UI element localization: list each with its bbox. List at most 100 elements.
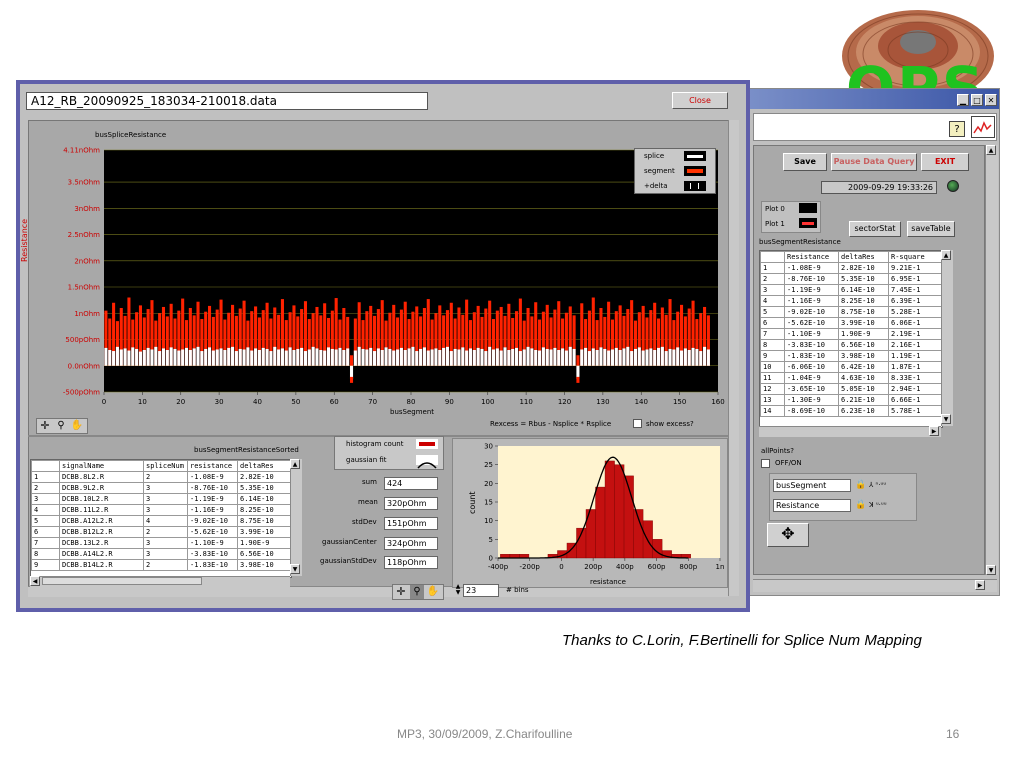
table-cell: 9.21E-1	[888, 262, 942, 274]
splice-bar	[292, 350, 296, 366]
table-row[interactable]: 6 -5.62E-10 3.99E-10 6.06E-1	[760, 317, 942, 329]
table-row[interactable]: 8 -3.83E-10 6.56E-10 2.16E-1	[760, 339, 942, 351]
table-cell: 5.28E-1	[888, 306, 942, 318]
table-row[interactable]: 10 -6.06E-10 6.42E-10 1.87E-1	[760, 361, 942, 373]
splice-bar	[695, 348, 699, 366]
table-scroll-down-arrow[interactable]: ▼	[941, 414, 951, 424]
table-row[interactable]: 6 DCBB.B12L2.R 2 -5.62E-10 3.99E-10	[31, 526, 291, 538]
x-axis-scale-icon[interactable]: ⅄ ⁿ·ᵘᵘ	[869, 479, 909, 492]
table-row[interactable]: 11 -1.04E-9 4.63E-10 8.33E-1	[760, 372, 942, 384]
hist-crosshair-tool-icon[interactable]: ✛	[394, 585, 408, 599]
hist-x-tick-label: 1n	[716, 563, 725, 571]
table-row[interactable]: 3 DCBB.10L2.R 3 -1.19E-9 6.14E-10	[31, 493, 291, 505]
gaussian-fit-swatch[interactable]	[416, 455, 438, 469]
hist-x-tick-label: 400p	[616, 563, 634, 571]
sorted-resistance-table[interactable]: signalName spliceNum resistance deltaRes…	[30, 459, 292, 578]
splice-bar	[223, 350, 227, 366]
table-row[interactable]: 13 -1.30E-9 6.21E-10 6.66E-1	[760, 394, 942, 406]
legend-splice-swatch[interactable]	[684, 151, 706, 161]
table-row[interactable]: 8 DCBB.A14L2.R 3 -3.83E-10 6.56E-10	[31, 548, 291, 560]
table-row[interactable]: 4 -1.16E-9 8.25E-10 6.39E-1	[760, 295, 942, 307]
save-table-button[interactable]: saveTable	[907, 221, 955, 237]
bins-input[interactable]: 23	[463, 584, 499, 597]
table-vscroll[interactable]	[941, 250, 953, 426]
table-row[interactable]: 9 DCBB.B14L2.R 2 -1.83E-10 3.98E-10	[31, 559, 291, 571]
histogram-count-swatch[interactable]	[416, 439, 438, 449]
splice-bar	[676, 347, 680, 366]
plot-area[interactable]	[104, 150, 718, 392]
table-cell: 3	[143, 504, 188, 516]
save-button[interactable]: Save	[783, 153, 827, 171]
sorted-scroll-up-arrow[interactable]: ▲	[290, 459, 300, 469]
table-row[interactable]: 2 DCBB.9L2.R 3 -8.76E-10 5.35E-10	[31, 482, 291, 494]
table-cell: 8	[760, 339, 785, 351]
splice-bar	[445, 346, 449, 366]
x-axis-select[interactable]: busSegment	[773, 479, 851, 492]
hist-pan-hand-icon[interactable]: ✋	[426, 585, 440, 599]
table-cell: 4	[760, 295, 785, 307]
table-row[interactable]: 5 -9.02E-10 8.75E-10 5.28E-1	[760, 306, 942, 318]
second-window-hscroll[interactable]	[753, 579, 997, 592]
table-cell: DCBB.11L2.R	[59, 504, 144, 516]
table-cell: 12	[760, 383, 785, 395]
close-window-button[interactable]: ✕	[985, 94, 997, 106]
plot0-swatch[interactable]	[799, 203, 817, 213]
table-row[interactable]: 12 -3.65E-10 5.05E-10 2.94E-1	[760, 383, 942, 395]
splice-bar	[630, 351, 634, 366]
pan-tool-button[interactable]: ✥	[767, 523, 809, 547]
show-excess-checkbox[interactable]	[633, 419, 642, 428]
table-row[interactable]: 2 -8.76E-10 5.35E-10 6.95E-1	[760, 273, 942, 285]
hist-zoom-tool-icon[interactable]: ⚲	[410, 585, 424, 599]
maximize-button[interactable]: □	[971, 94, 983, 106]
legend-delta-swatch[interactable]	[684, 181, 706, 191]
bus-segment-resistance-table[interactable]: Resistance deltaRes R-square 1 -1.08E-9 2.…	[759, 250, 943, 428]
sorted-table-vscroll[interactable]	[290, 459, 302, 576]
y-axis-select[interactable]: Resistance	[773, 499, 851, 512]
minimize-button[interactable]: ▁	[957, 94, 969, 106]
table-hscroll-right-arrow[interactable]: ▶	[929, 426, 939, 436]
sector-stat-button[interactable]: sectorStat	[849, 221, 901, 237]
y-axis-scale-icon[interactable]: ꓘ ᵘ·ᵘᵘ	[869, 499, 909, 512]
y-axis-lock-icon[interactable]: 🔒	[855, 499, 867, 512]
vscroll-down-arrow[interactable]: ▼	[986, 565, 996, 575]
table-row[interactable]: 3 -1.19E-9 6.14E-10 7.45E-1	[760, 284, 942, 296]
sorted-hscroll-left-arrow[interactable]: ◀	[30, 576, 40, 586]
help-icon[interactable]: ?	[949, 121, 965, 137]
second-window-vscroll[interactable]	[985, 145, 998, 575]
close-button[interactable]: Close	[672, 92, 728, 109]
table-row[interactable]: 5 DCBB.A12L2.R 4 -9.02E-10 8.75E-10	[31, 515, 291, 527]
main-panel-vscroll[interactable]	[728, 120, 739, 596]
vscroll-up-arrow[interactable]: ▲	[986, 145, 996, 155]
splice-bar	[319, 350, 323, 366]
table-cell: 2.94E-1	[888, 383, 942, 395]
pan-hand-icon[interactable]: ✋	[70, 419, 84, 433]
table-row[interactable]: 4 DCBB.11L2.R 3 -1.16E-9 8.25E-10	[31, 504, 291, 516]
hist-x-tick-label: 600p	[648, 563, 666, 571]
splice-bar	[373, 351, 377, 366]
x-axis-lock-icon[interactable]: 🔒	[855, 479, 867, 492]
all-points-checkbox[interactable]	[761, 459, 770, 468]
table-row[interactable]: 14 -8.69E-10 6.23E-10 5.78E-1	[760, 405, 942, 417]
table-row[interactable]: 1 -1.08E-9 2.82E-10 9.21E-1	[760, 262, 942, 274]
table-scroll-up-arrow[interactable]: ▲	[941, 250, 951, 260]
legend-segment-swatch[interactable]	[684, 166, 706, 176]
table-row[interactable]: 1 DCBB.8L2.R 2 -1.08E-9 2.82E-10	[31, 471, 291, 483]
sorted-hscroll-thumb[interactable]	[42, 577, 202, 585]
histogram-bar	[604, 460, 615, 559]
vi-icon[interactable]	[971, 116, 995, 138]
bins-stepper-icon[interactable]: ▲ ▼	[454, 584, 462, 597]
crosshair-tool-icon[interactable]: ✛	[38, 419, 52, 433]
table-row[interactable]: 9 -1.83E-10 3.98E-10 1.19E-1	[760, 350, 942, 362]
table-row[interactable]: 7 DCBB.13L2.R 3 -1.10E-9 1.90E-9	[31, 537, 291, 549]
zoom-tool-icon[interactable]: ⚲	[54, 419, 68, 433]
sorted-scroll-down-arrow[interactable]: ▼	[290, 564, 300, 574]
splice-bar	[219, 348, 223, 366]
hscroll-right-arrow[interactable]: ▶	[975, 580, 985, 590]
plot1-swatch[interactable]	[799, 218, 817, 228]
table-cell: 9	[31, 559, 60, 571]
sorted-header: signalName	[59, 460, 144, 472]
exit-button[interactable]: EXIT	[921, 153, 969, 171]
pause-data-query-button[interactable]: Pause Data Query	[831, 153, 917, 171]
table-hscroll[interactable]	[759, 426, 941, 437]
table-row[interactable]: 7 -1.10E-9 1.90E-9 2.19E-1	[760, 328, 942, 340]
